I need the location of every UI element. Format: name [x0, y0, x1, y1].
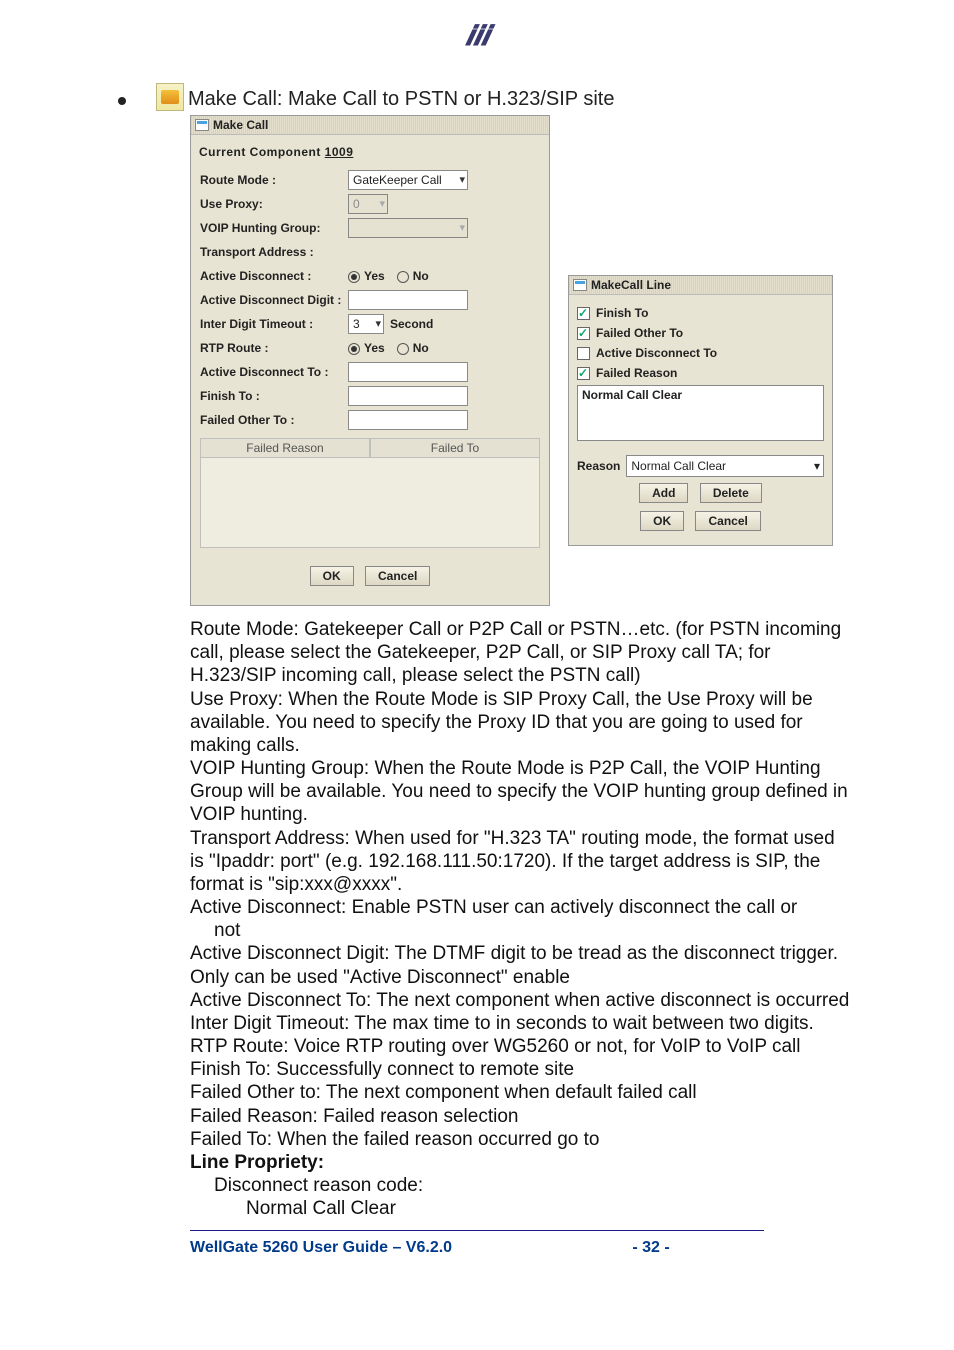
doc-paragraph: Normal Call Clear [190, 1197, 850, 1220]
voip-hunting-label: VOIP Hunting Group: [200, 221, 348, 235]
rtp-route-label: RTP Route : [200, 341, 348, 355]
ok-button[interactable]: OK [310, 566, 354, 586]
voip-hunting-select [348, 218, 468, 238]
doc-paragraph: Failed Other to: The next component when… [190, 1081, 850, 1104]
doc-paragraph: Active Disconnect To: The next component… [190, 989, 850, 1012]
cancel-button[interactable]: Cancel [365, 566, 430, 586]
header-logo: 𝒊𝒊𝒊 [80, 20, 874, 53]
doc-paragraph: not [190, 919, 850, 942]
failed-table-body[interactable] [200, 458, 540, 548]
doc-paragraph: Failed Reason: Failed reason selection [190, 1105, 850, 1128]
bullet-dot [118, 97, 126, 105]
finish-to-checkbox[interactable] [577, 307, 590, 320]
col-failed-to: Failed To [370, 438, 540, 458]
failed-other-to-input[interactable] [348, 410, 468, 430]
active-disconnect-no[interactable]: No [397, 269, 429, 283]
route-mode-select[interactable]: GateKeeper Call [348, 170, 468, 190]
make-call-panel: Make Call Current Component 1009 Route M… [190, 115, 550, 606]
doc-paragraph: Use Proxy: When the Route Mode is SIP Pr… [190, 688, 850, 758]
doc-paragraph: Finish To: Successfully connect to remot… [190, 1058, 850, 1081]
delete-button[interactable]: Delete [700, 483, 762, 503]
doc-paragraph: VOIP Hunting Group: When the Route Mode … [190, 757, 850, 827]
section-title: Make Call: Make Call to PSTN or H.323/SI… [188, 88, 614, 111]
doc-paragraph: Active Disconnect: Enable PSTN user can … [190, 896, 850, 919]
active-disconnect-to-checkbox[interactable] [577, 347, 590, 360]
use-proxy-select: 0 [348, 194, 388, 214]
failed-reason-checkbox[interactable] [577, 367, 590, 380]
transport-address-label: Transport Address : [200, 245, 348, 259]
doc-paragraph: Active Disconnect Digit: The DTMF digit … [190, 942, 850, 988]
footer-divider [190, 1230, 764, 1231]
rtp-route-yes[interactable]: Yes [348, 341, 385, 355]
panel-title: MakeCall Line [591, 278, 671, 292]
doc-paragraph: Route Mode: Gatekeeper Call or P2P Call … [190, 618, 850, 688]
doc-paragraph: RTP Route: Voice RTP routing over WG5260… [190, 1035, 850, 1058]
reason-label: Reason [577, 459, 620, 473]
rtp-route-no[interactable]: No [397, 341, 429, 355]
add-button[interactable]: Add [639, 483, 688, 503]
active-disconnect-label: Active Disconnect : [200, 269, 348, 283]
cancel-button[interactable]: Cancel [695, 511, 760, 531]
use-proxy-label: Use Proxy: [200, 197, 348, 211]
failed-other-to-label: Failed Other To [596, 326, 683, 340]
finish-to-label: Finish To [596, 306, 648, 320]
inter-digit-timeout-unit: Second [390, 317, 433, 331]
failed-other-to-checkbox[interactable] [577, 327, 590, 340]
doc-paragraph: Failed To: When the failed reason occurr… [190, 1128, 850, 1151]
doc-heading: Line Propriety: [190, 1151, 850, 1174]
finish-to-input[interactable] [348, 386, 468, 406]
doc-paragraph: Inter Digit Timeout: The max time to in … [190, 1012, 850, 1035]
makecall-line-panel: MakeCall Line Finish To Failed Other To … [568, 275, 833, 546]
active-disconnect-to-input[interactable] [348, 362, 468, 382]
doc-paragraph: Transport Address: When used for "H.323 … [190, 827, 850, 897]
section-icon [156, 83, 184, 111]
active-disconnect-digit-input[interactable] [348, 290, 468, 310]
route-mode-label: Route Mode : [200, 173, 348, 187]
failed-reason-label: Failed Reason [596, 366, 677, 380]
panel-icon [573, 279, 587, 291]
panel-icon [195, 119, 209, 131]
footer-page: - 32 - [452, 1239, 850, 1257]
active-disconnect-yes[interactable]: Yes [348, 269, 385, 283]
finish-to-label: Finish To : [200, 389, 348, 403]
footer-left: WellGate 5260 User Guide – V6.2.0 [190, 1239, 452, 1257]
failed-other-to-label: Failed Other To : [200, 413, 348, 427]
inter-digit-timeout-select[interactable]: 3 [348, 314, 384, 334]
ok-button[interactable]: OK [640, 511, 684, 531]
inter-digit-timeout-label: Inter Digit Timeout : [200, 317, 348, 331]
current-component: Current Component 1009 [199, 145, 541, 159]
panel-title: Make Call [213, 118, 268, 132]
document-body: Route Mode: Gatekeeper Call or P2P Call … [190, 618, 850, 1220]
col-failed-reason: Failed Reason [200, 438, 370, 458]
logo-icon: 𝒊𝒊𝒊 [465, 20, 489, 53]
active-disconnect-to-label: Active Disconnect To : [200, 365, 348, 379]
reason-select[interactable]: Normal Call Clear [626, 455, 824, 477]
active-disconnect-to-label: Active Disconnect To [596, 346, 717, 360]
doc-paragraph: Disconnect reason code: [190, 1174, 850, 1197]
failed-reason-textarea[interactable]: Normal Call Clear [577, 385, 824, 441]
active-disconnect-digit-label: Active Disconnect Digit : [200, 293, 348, 307]
